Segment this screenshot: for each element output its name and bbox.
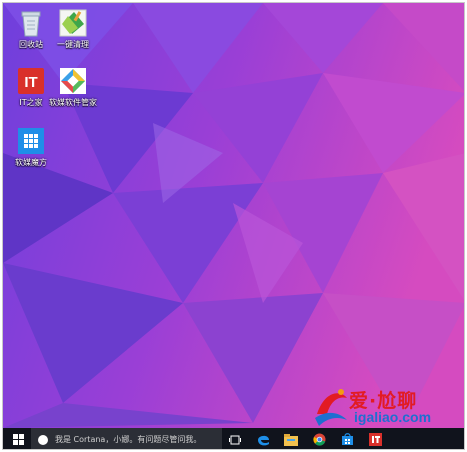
chrome-button[interactable] xyxy=(309,428,329,449)
start-icon xyxy=(12,434,24,445)
store-icon xyxy=(341,433,353,445)
watermark-domain: igaliao.com xyxy=(354,409,432,425)
cortana-search-box[interactable]: 我是 Cortana，小娜。有问题尽管问我。 xyxy=(31,428,222,449)
store-button[interactable] xyxy=(337,428,357,449)
ithome-taskbar-button[interactable] xyxy=(365,428,385,449)
recycle-bin-icon xyxy=(21,11,41,37)
file-explorer-button[interactable] xyxy=(281,428,301,449)
ithome-app-icon: IT xyxy=(18,68,44,94)
desktop-icon-label: 软媒魔方 xyxy=(15,158,47,167)
edge-icon xyxy=(257,435,269,446)
chrome-icon xyxy=(312,433,325,446)
desktop-icon-label: 软媒软件管家 xyxy=(49,98,97,107)
watermark: 爱·尬聊 igaliao.com xyxy=(311,384,461,428)
task-view-button[interactable] xyxy=(225,428,245,449)
taskbar: 我是 Cortana，小娜。有问题尽管问我。 xyxy=(3,428,464,449)
software-manager-icon xyxy=(60,68,86,94)
desktop: 回收站 一键清理 IT IT之家 软媒软件管家 软媒魔方 爱·尬聊 igalia… xyxy=(2,2,465,450)
desktop-icon-software-manager[interactable]: 软媒软件管家 xyxy=(45,66,101,108)
desktop-icon-rubik-cube[interactable]: 软媒魔方 xyxy=(3,126,59,168)
rubik-cube-icon xyxy=(18,128,44,154)
start-button[interactable] xyxy=(7,428,29,449)
task-view-icon xyxy=(229,435,241,444)
search-placeholder: 我是 Cortana，小娜。有问题尽管问我。 xyxy=(55,435,202,444)
broom-cleaner-icon xyxy=(59,9,87,37)
file-explorer-icon xyxy=(284,433,298,446)
microphone-icon xyxy=(38,434,48,445)
watermark-logo-icon xyxy=(315,389,347,426)
edge-button[interactable] xyxy=(253,428,273,449)
ithome-logo-text: IT xyxy=(24,74,37,91)
desktop-icon-one-click-clean[interactable]: 一键清理 xyxy=(45,8,101,50)
desktop-icon-label: 一键清理 xyxy=(57,40,89,49)
ithome-taskbar-icon xyxy=(368,433,382,446)
